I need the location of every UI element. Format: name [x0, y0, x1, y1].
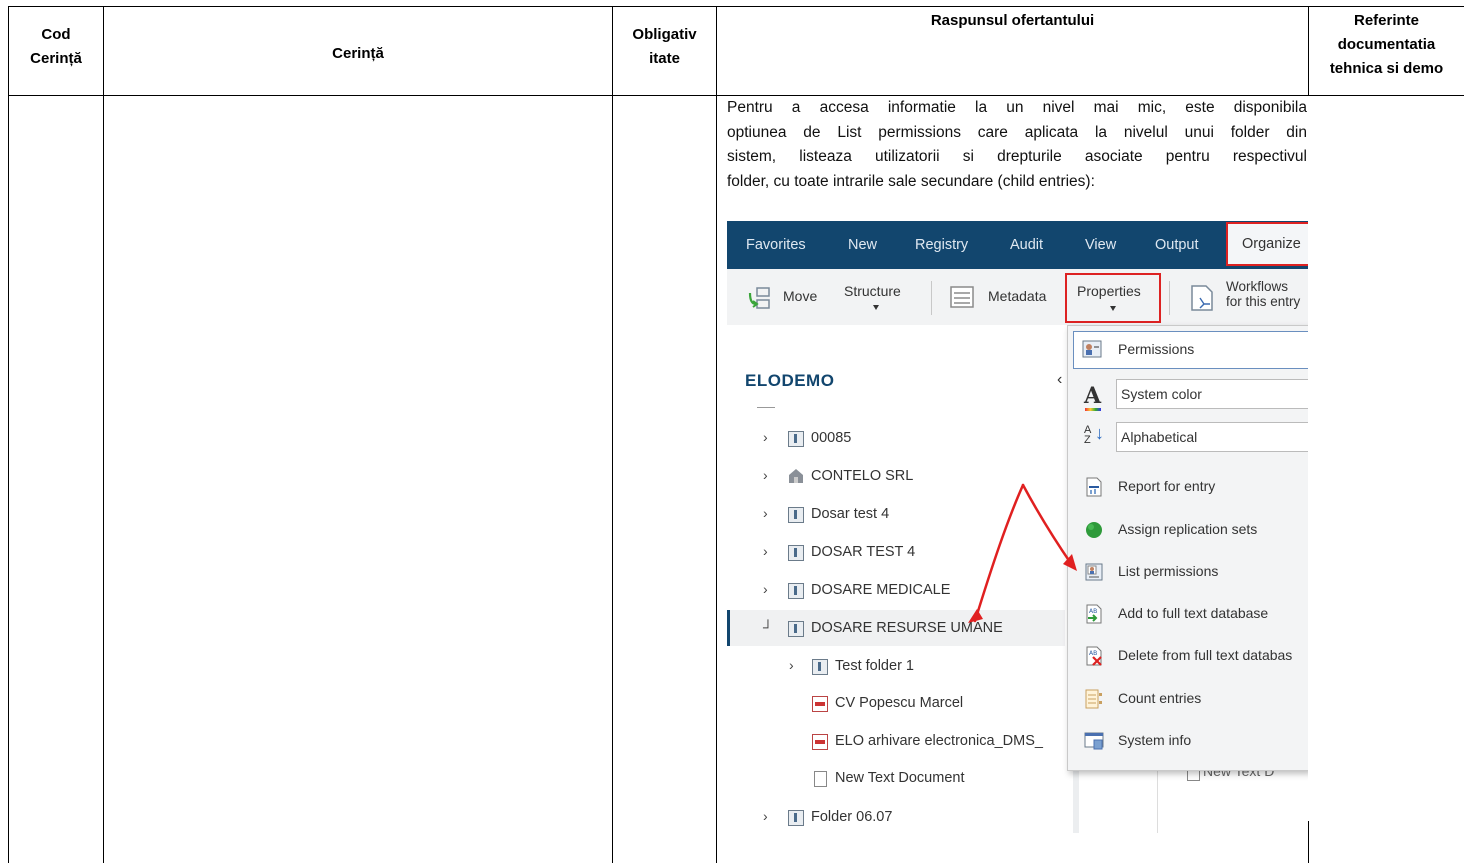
header-cerinta: Cerință	[104, 42, 612, 66]
header-ref-line3: tehnica si demo	[1329, 60, 1444, 77]
annotation-arrows	[968, 483, 1077, 623]
arrow-to-folder	[973, 483, 1025, 623]
header-cod-line2: Cerință	[30, 50, 82, 67]
table-border-col2	[612, 6, 613, 863]
response-line-2: optiunea de List permissions care aplica…	[727, 123, 1307, 141]
response-line-3: sistem, listeaza utilizatorii si dreptur…	[727, 148, 1307, 165]
table-border-left	[8, 6, 9, 863]
elo-screenshot: Favorites New Registry Audit View Output…	[727, 221, 1308, 833]
arrow-head-folder	[968, 609, 983, 623]
header-raspuns: Raspunsul ofertantului	[717, 9, 1308, 33]
header-raspuns-label: Raspunsul ofertantului	[930, 12, 1095, 29]
table-top-border	[8, 6, 1464, 7]
header-cerinta-label: Cerință	[332, 45, 384, 62]
response-paragraph: Pentru a accesa informatie la un nivel m…	[727, 96, 1307, 194]
table-border-col3	[716, 6, 717, 863]
header-obl-line2: itate	[649, 50, 680, 67]
header-cod-cerinta: Cod Cerință	[9, 23, 103, 71]
header-referinte: Referinte documentatia tehnica si demo	[1309, 9, 1464, 81]
header-obligativitate: Obligativ itate	[613, 23, 716, 71]
header-ref-line1: Referinte	[1353, 12, 1420, 29]
header-obl-line1: Obligativ	[632, 26, 697, 43]
header-cod-line1: Cod	[41, 26, 71, 43]
response-line-1: Pentru a accesa informatie la un nivel m…	[727, 99, 1307, 116]
table-border-col4-lower	[1308, 821, 1309, 863]
arrow-to-list-permissions	[1021, 483, 1074, 567]
response-line-4: folder, cu toate intrarile sale secundar…	[727, 172, 1095, 190]
table-border-col1	[103, 6, 104, 863]
header-ref-line2: documentatia	[1337, 36, 1436, 53]
